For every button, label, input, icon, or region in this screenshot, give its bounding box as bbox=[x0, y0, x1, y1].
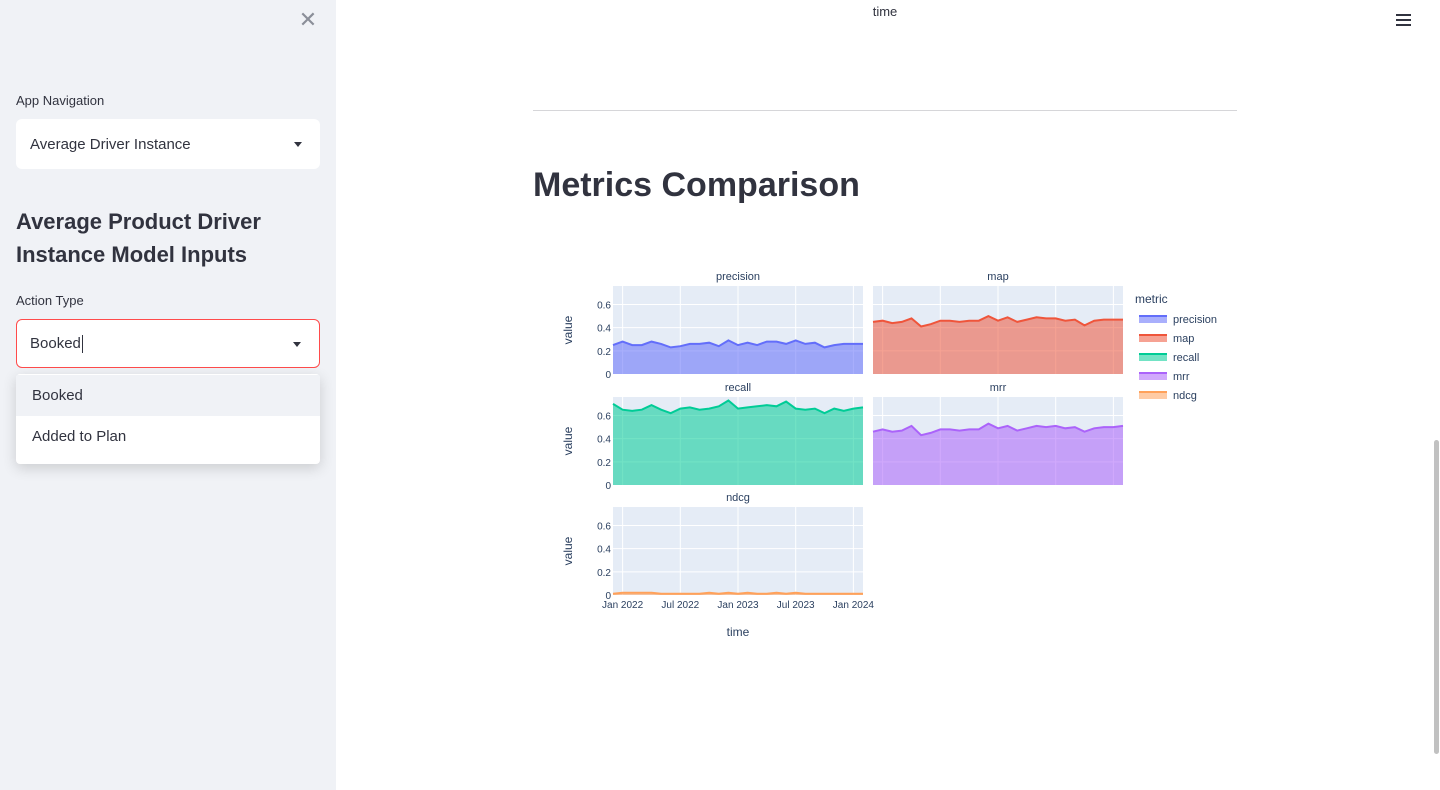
facet-title-precision: precision bbox=[716, 271, 760, 283]
dropdown-option-added-to-plan[interactable]: Added to Plan bbox=[16, 416, 320, 457]
action-type-value: Booked bbox=[30, 335, 81, 352]
y-tick-label: 0.4 bbox=[597, 324, 611, 335]
y-tick-label: 0.6 bbox=[597, 301, 611, 312]
legend-swatch-mrr bbox=[1139, 373, 1167, 380]
divider bbox=[533, 110, 1237, 111]
sidebar: ✕ App Navigation Average Driver Instance… bbox=[0, 0, 336, 790]
dropdown-option-booked[interactable]: Booked bbox=[16, 375, 320, 416]
close-sidebar-icon[interactable]: ✕ bbox=[298, 9, 318, 31]
y-tick-label: 0.2 bbox=[597, 568, 611, 579]
y-tick-label: 0 bbox=[605, 370, 611, 381]
y-tick-label: 0.2 bbox=[597, 458, 611, 469]
y-tick-label: 0.2 bbox=[597, 347, 611, 358]
legend-swatch-recall bbox=[1139, 354, 1167, 361]
legend-label-map: map bbox=[1173, 333, 1194, 345]
x-axis-label: time bbox=[727, 625, 750, 639]
action-type-select[interactable]: Booked bbox=[16, 319, 320, 368]
y-tick-label: 0.6 bbox=[597, 522, 611, 533]
action-type-label: Action Type bbox=[16, 293, 84, 308]
legend-label-precision: precision bbox=[1173, 314, 1217, 326]
scrollbar-thumb[interactable] bbox=[1434, 440, 1439, 754]
top-axis-label: time bbox=[872, 4, 898, 19]
facet-title-ndcg: ndcg bbox=[726, 492, 750, 504]
legend-label-mrr: mrr bbox=[1173, 371, 1190, 383]
y-axis-label: value bbox=[561, 315, 575, 344]
facet-title-map: map bbox=[987, 271, 1008, 283]
x-tick-label: Jan 2023 bbox=[717, 600, 759, 611]
y-tick-label: 0.4 bbox=[597, 435, 611, 446]
nav-label: App Navigation bbox=[16, 93, 105, 108]
chevron-down-icon bbox=[294, 142, 302, 147]
page-title: Metrics Comparison bbox=[533, 166, 860, 204]
legend-swatch-map bbox=[1139, 335, 1167, 342]
legend-label-ndcg: ndcg bbox=[1173, 390, 1197, 402]
sidebar-heading: Average Product Driver Instance Model In… bbox=[16, 209, 261, 267]
y-axis-label: value bbox=[561, 426, 575, 455]
area-mrr bbox=[873, 423, 1123, 485]
facet-title-recall: recall bbox=[725, 382, 751, 394]
y-tick-label: 0.4 bbox=[597, 545, 611, 556]
text-cursor bbox=[81, 334, 83, 353]
legend-label-recall: recall bbox=[1173, 352, 1199, 364]
legend-title: metric bbox=[1135, 292, 1168, 306]
legend-swatch-ndcg bbox=[1139, 392, 1167, 399]
legend-swatch-precision bbox=[1139, 316, 1167, 323]
y-tick-label: 0 bbox=[605, 481, 611, 492]
y-axis-label: value bbox=[561, 536, 575, 565]
y-tick-label: 0.6 bbox=[597, 412, 611, 423]
line-ndcg bbox=[612, 591, 863, 595]
x-tick-label: Jul 2022 bbox=[661, 600, 699, 611]
facet-title-mrr: mrr bbox=[990, 382, 1007, 394]
chevron-down-icon bbox=[293, 341, 301, 347]
hamburger-menu-icon[interactable] bbox=[1396, 13, 1412, 27]
x-tick-label: Jan 2022 bbox=[602, 600, 644, 611]
nav-select-value: Average Driver Instance bbox=[30, 135, 191, 153]
nav-select[interactable]: Average Driver Instance bbox=[16, 119, 320, 169]
action-type-dropdown: Booked Added to Plan bbox=[16, 374, 320, 464]
x-tick-label: Jan 2024 bbox=[833, 600, 875, 611]
x-tick-label: Jul 2023 bbox=[777, 600, 815, 611]
metrics-chart: precision 0 0.2 0.4 0.6 value map recall 0 0.2 0.4… bbox=[561, 271, 1217, 639]
